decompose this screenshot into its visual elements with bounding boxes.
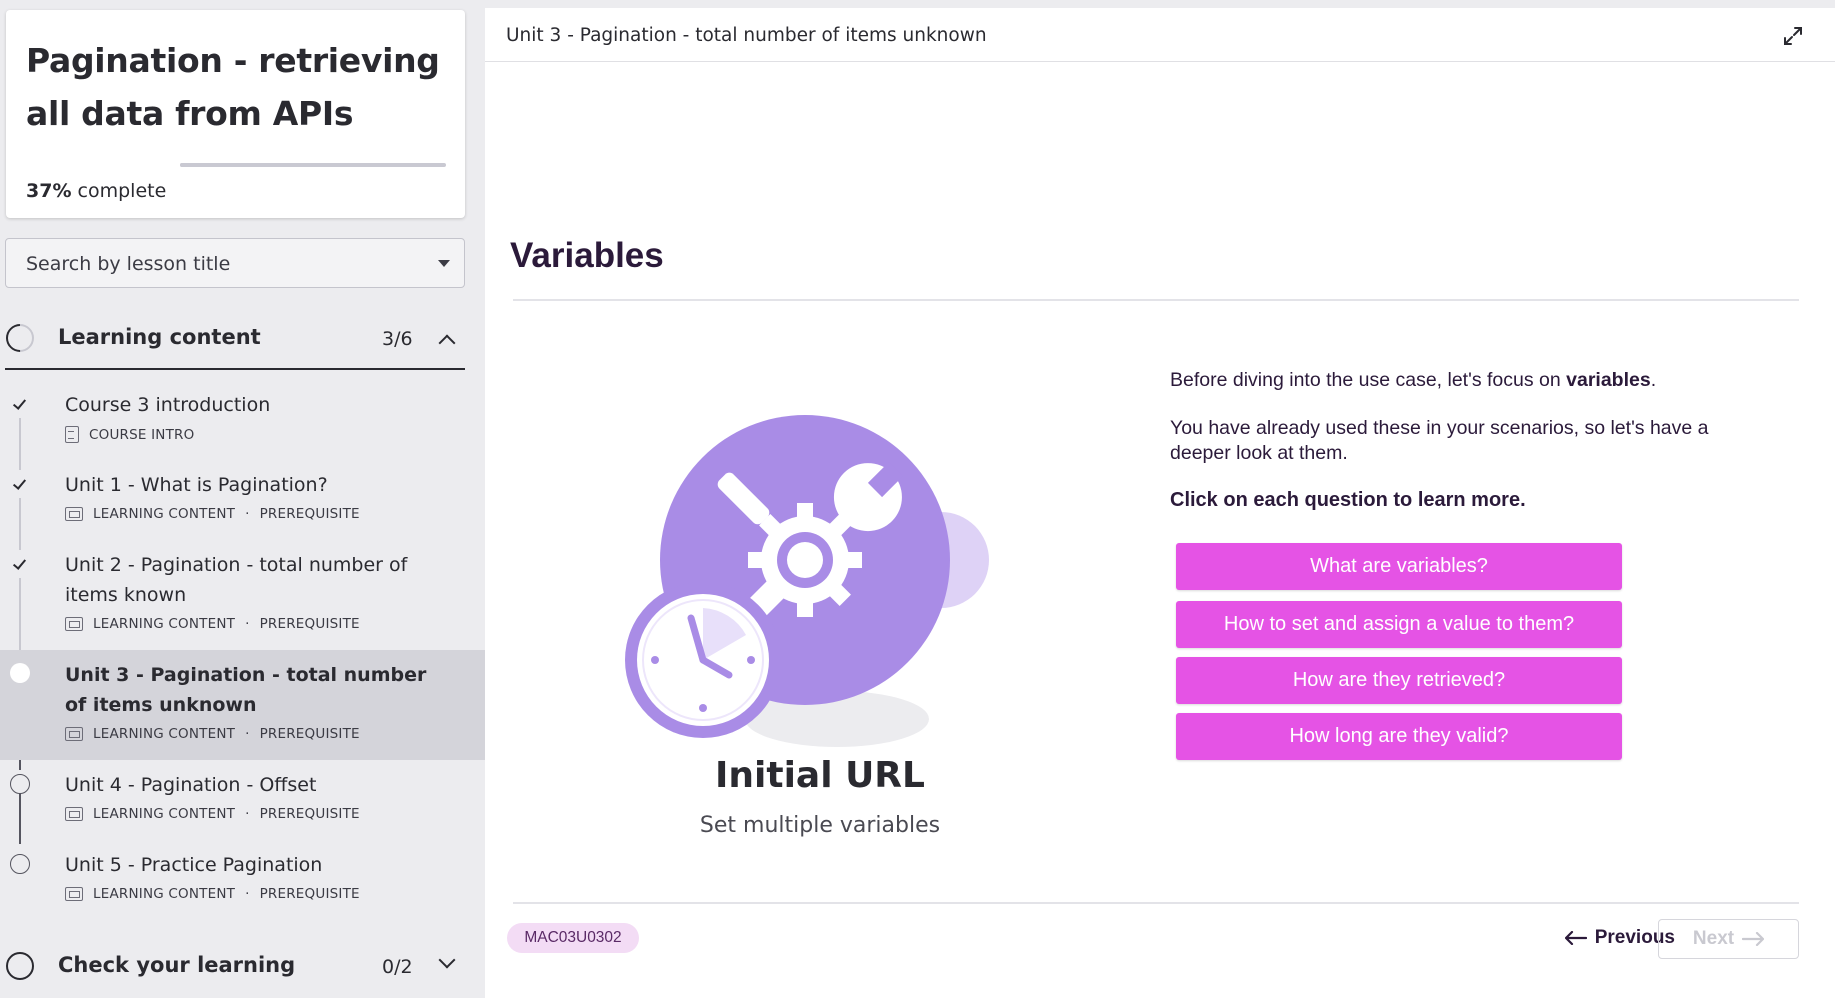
- slides-icon: [65, 727, 83, 741]
- meta-separator: ·: [245, 726, 250, 742]
- caret-down-icon: [438, 260, 450, 267]
- next-label: Next: [1692, 928, 1735, 949]
- slides-icon: [65, 807, 83, 821]
- section-count: 0/2: [382, 956, 413, 978]
- progress-ring-icon: [6, 952, 34, 980]
- footer-divider: [513, 902, 1799, 904]
- course-progress-fill: [180, 163, 279, 167]
- lesson-item[interactable]: Unit 5 - Practice Pagination LEARNING CO…: [0, 850, 485, 918]
- lesson-meta: LEARNING CONTENT · PREREQUISITE: [65, 886, 360, 902]
- lesson-tag: PREREQUISITE: [259, 616, 360, 632]
- current-lesson-icon: [10, 663, 30, 683]
- lesson-tag: PREREQUISITE: [259, 806, 360, 822]
- lesson-title: Unit 1 - What is Pagination?: [65, 474, 328, 496]
- course-sidebar: Pagination - retrieving all data from AP…: [0, 0, 485, 998]
- intro-paragraph-2: You have already used these in your scen…: [1170, 417, 1709, 464]
- document-icon: [65, 426, 79, 443]
- intro-paragraph: Before diving into the use case, let's f…: [1170, 368, 1770, 393]
- lesson-title: Unit 5 - Practice Pagination: [65, 854, 323, 876]
- lesson-title: Unit 2 - Pagination - total number of it…: [65, 554, 408, 606]
- course-title: Pagination - retrieving all data from AP…: [26, 41, 440, 133]
- slides-icon: [65, 507, 83, 521]
- lesson-code-badge: MAC03U0302: [507, 923, 639, 953]
- section-check-your-learning[interactable]: Check your learning 0/2: [0, 936, 465, 996]
- illustration-subtitle: Set multiple variables: [699, 813, 941, 838]
- lesson-title: Unit 4 - Pagination - Offset: [65, 774, 317, 796]
- meta-separator: ·: [245, 806, 250, 822]
- lesson-item[interactable]: Unit 4 - Pagination - Offset LEARNING CO…: [0, 770, 485, 838]
- section-heading: Variables: [510, 236, 664, 275]
- meta-separator: ·: [245, 506, 250, 522]
- lesson-type: LEARNING CONTENT: [93, 886, 236, 902]
- cta-text: Click on each question to learn more.: [1170, 489, 1526, 511]
- section-divider: [5, 368, 465, 370]
- section-label: Check your learning: [58, 953, 296, 977]
- progress-ring-icon: [0, 318, 40, 358]
- section-learning-content[interactable]: Learning content 3/6: [0, 308, 465, 368]
- incomplete-circle-icon: [10, 774, 30, 794]
- heading-divider: [513, 299, 1799, 301]
- next-button[interactable]: Next: [1658, 919, 1799, 959]
- section-count: 3/6: [382, 328, 413, 350]
- lesson-tag: PREREQUISITE: [259, 886, 360, 902]
- lesson-title: Unit 3 - Pagination - total number of it…: [65, 664, 427, 716]
- previous-button[interactable]: Previous: [1515, 920, 1675, 956]
- course-progress-bar: [180, 163, 446, 167]
- lesson-type: LEARNING CONTENT: [93, 506, 236, 522]
- question-button-what-are-variables[interactable]: What are variables?: [1176, 543, 1622, 590]
- progress-suffix: complete: [77, 180, 167, 202]
- initial-url-illustration: Initial URL Set multiple variables: [625, 403, 1025, 853]
- illustration-title: Initial URL: [715, 755, 925, 796]
- lesson-header-title: Unit 3 - Pagination - total number of it…: [506, 25, 987, 46]
- lesson-item[interactable]: Course 3 introduction COURSE INTRO: [0, 386, 485, 454]
- meta-separator: ·: [245, 616, 250, 632]
- expand-icon[interactable]: [1781, 24, 1805, 48]
- slides-icon: [65, 887, 83, 901]
- lesson-item[interactable]: Unit 1 - What is Pagination? LEARNING CO…: [0, 466, 485, 534]
- lesson-type: LEARNING CONTENT: [93, 806, 236, 822]
- slides-icon: [65, 617, 83, 631]
- lesson-meta: COURSE INTRO: [65, 426, 194, 443]
- lesson-meta: LEARNING CONTENT · PREREQUISITE: [65, 616, 360, 632]
- lesson-search-dropdown[interactable]: Search by lesson title: [5, 238, 465, 288]
- lesson-tag: PREREQUISITE: [259, 726, 360, 742]
- meta-separator: ·: [245, 886, 250, 902]
- course-progress-text: 37% complete: [26, 180, 166, 202]
- intro-suffix: .: [1650, 369, 1657, 391]
- lesson-type: LEARNING CONTENT: [93, 616, 236, 632]
- tools-clock-icon: [625, 415, 989, 747]
- question-button-how-long-valid[interactable]: How long are they valid?: [1176, 713, 1622, 760]
- intro-bold: variables: [1566, 369, 1651, 391]
- section-label: Learning content: [58, 325, 261, 349]
- arrow-right-icon: [1742, 932, 1765, 946]
- chevron-down-icon[interactable]: [438, 951, 456, 969]
- progress-percent: 37%: [26, 180, 72, 202]
- lesson-type: COURSE INTRO: [89, 426, 195, 443]
- chevron-up-icon[interactable]: [438, 334, 456, 352]
- lesson-meta: LEARNING CONTENT · PREREQUISITE: [65, 726, 360, 742]
- question-button-how-retrieved[interactable]: How are they retrieved?: [1176, 657, 1622, 704]
- lesson-item-current[interactable]: Unit 3 - Pagination - total number of it…: [0, 650, 485, 760]
- incomplete-circle-icon: [10, 854, 30, 874]
- course-summary-card: Pagination - retrieving all data from AP…: [6, 10, 465, 218]
- lesson-meta: LEARNING CONTENT · PREREQUISITE: [65, 506, 360, 522]
- search-placeholder: Search by lesson title: [26, 253, 231, 275]
- question-button-how-to-set[interactable]: How to set and assign a value to them?: [1176, 601, 1622, 648]
- lesson-meta: LEARNING CONTENT · PREREQUISITE: [65, 806, 360, 822]
- check-icon: [10, 475, 30, 495]
- check-icon: [10, 555, 30, 575]
- lesson-title: Course 3 introduction: [65, 394, 271, 416]
- lesson-type: LEARNING CONTENT: [93, 726, 236, 742]
- lesson-header-bar: Unit 3 - Pagination - total number of it…: [485, 8, 1835, 62]
- lesson-content-panel: Unit 3 - Pagination - total number of it…: [485, 8, 1835, 998]
- arrow-left-icon: [1564, 931, 1587, 945]
- lesson-tag: PREREQUISITE: [259, 506, 360, 522]
- lesson-item[interactable]: Unit 2 - Pagination - total number of it…: [0, 546, 485, 642]
- intro-prefix: Before diving into the use case, let's f…: [1170, 369, 1567, 391]
- check-icon: [10, 395, 30, 415]
